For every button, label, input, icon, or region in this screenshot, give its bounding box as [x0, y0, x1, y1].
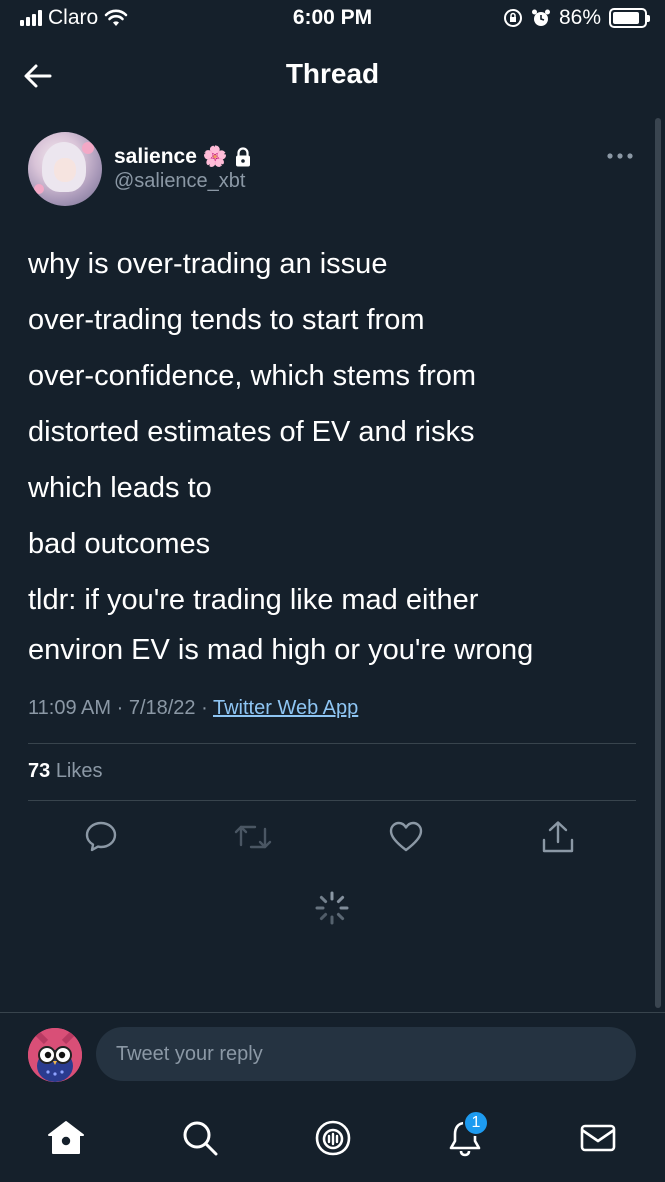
tweet-line: distorted estimates of EV and risks	[28, 415, 475, 448]
tweet-line: tldr: if you're trading like mad either	[28, 583, 479, 616]
loading-spinner-icon	[315, 891, 349, 925]
search-icon	[183, 1121, 218, 1156]
heart-icon	[389, 821, 423, 852]
tweet-line: over-trading tends to start from	[28, 303, 425, 336]
scrollbar[interactable]	[655, 118, 661, 1008]
tweet-line: which leads to	[28, 471, 212, 504]
tab-notifications[interactable]: 1	[437, 1110, 493, 1166]
mail-icon	[580, 1124, 616, 1152]
tweet: salience 🌸 @salience_xbt why is over-tra…	[28, 128, 638, 672]
author-avatar[interactable]	[28, 132, 102, 206]
spaces-icon	[315, 1120, 351, 1156]
tweet-text: why is over-trading an issue over-tradin…	[28, 236, 638, 672]
divider	[0, 1012, 665, 1013]
battery-icon	[609, 8, 650, 28]
tab-messages[interactable]	[570, 1110, 626, 1166]
orientation-lock-icon	[503, 9, 522, 27]
author-handle[interactable]: @salience_xbt	[114, 170, 245, 193]
tweet-meta: 11:09 AM · 7/18/22 · Twitter Web App	[28, 697, 358, 720]
tweet-time: 11:09 AM	[28, 697, 112, 719]
battery-percent: 86%	[558, 6, 601, 29]
blossom-emoji: 🌸	[202, 146, 228, 168]
avatar-blossom	[34, 184, 44, 194]
tweet-line: environ EV is mad high or you're wrong	[28, 633, 534, 666]
likes-count[interactable]: 73 Likes	[28, 760, 103, 783]
divider	[28, 800, 636, 801]
lock-icon	[235, 146, 250, 166]
tweet-line: over-confidence, which stems from	[28, 359, 477, 392]
meta-separator: ·	[201, 697, 208, 719]
battery-fill	[613, 12, 639, 24]
comment-icon	[85, 821, 117, 852]
status-right-group: 86%	[503, 6, 650, 30]
tweet-date: 7/18/22	[128, 697, 196, 719]
tab-search[interactable]	[172, 1110, 228, 1166]
alarm-icon	[531, 9, 550, 26]
author-display-name[interactable]: salience 🌸	[114, 144, 252, 169]
author-name: salience	[114, 144, 197, 168]
divider	[28, 743, 636, 744]
tweet-actions	[28, 814, 636, 860]
tab-spaces[interactable]	[305, 1110, 361, 1166]
tweet-line: bad outcomes	[28, 527, 211, 560]
notification-badge: 1	[463, 1110, 489, 1136]
more-icon	[607, 153, 633, 159]
status-bar: Claro 6:00 PM 86%	[0, 0, 665, 38]
likes-number: 73	[28, 760, 51, 782]
retweet-icon	[234, 825, 272, 849]
page-title: Thread	[285, 58, 380, 89]
home-icon	[48, 1121, 84, 1154]
owl-avatar-icon	[28, 1028, 82, 1082]
tweet-source-link[interactable]: Twitter Web App	[213, 697, 358, 719]
reply-button[interactable]	[78, 814, 124, 860]
avatar-blossom	[82, 142, 94, 154]
retweet-button[interactable]	[230, 814, 276, 860]
share-icon	[542, 821, 574, 853]
like-button[interactable]	[383, 814, 429, 860]
tab-home[interactable]	[38, 1110, 94, 1166]
share-button[interactable]	[535, 814, 581, 860]
likes-label: Likes	[55, 760, 103, 782]
more-options-button[interactable]	[602, 144, 638, 168]
bottom-tab-bar: 1	[0, 1100, 665, 1176]
user-avatar[interactable]	[28, 1028, 82, 1082]
tweet-author-row: salience 🌸 @salience_xbt	[28, 128, 638, 212]
meta-separator: ·	[116, 697, 124, 719]
reply-input[interactable]	[96, 1027, 636, 1081]
tweet-line: why is over-trading an issue	[28, 247, 388, 280]
nav-bar: Thread	[0, 48, 665, 104]
avatar-face	[54, 158, 76, 182]
